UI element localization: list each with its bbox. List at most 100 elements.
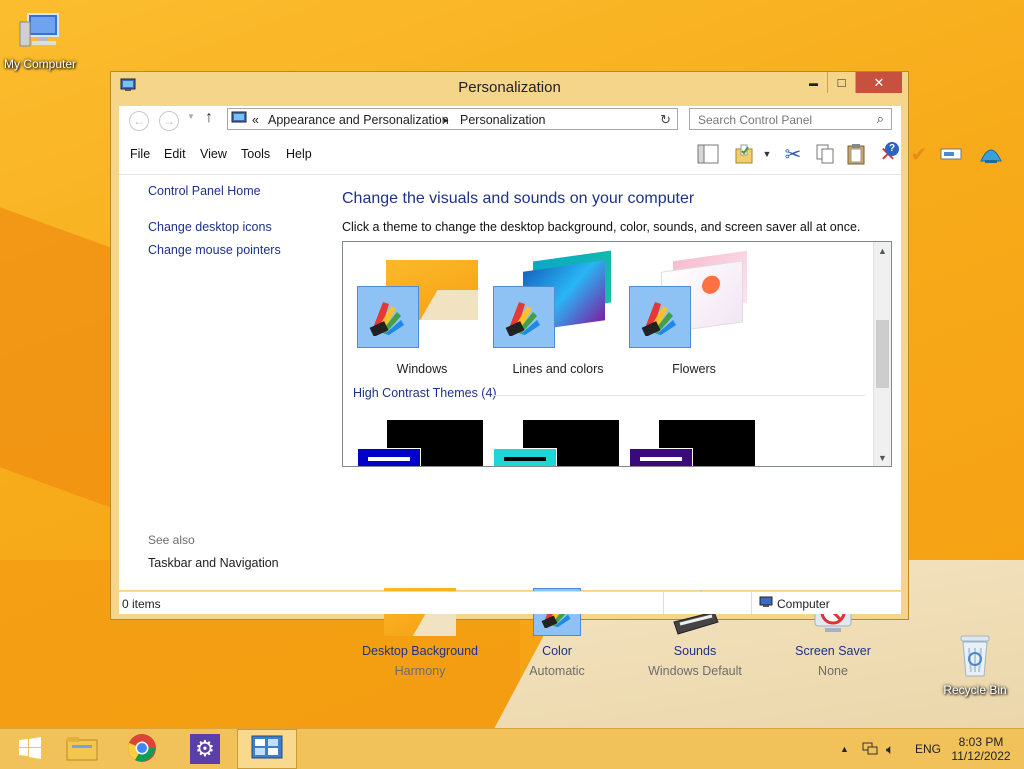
theme-name: Lines and colors — [512, 362, 604, 376]
taskbar-file-explorer[interactable] — [52, 729, 112, 769]
breadcrumb-appearance[interactable]: Appearance and Personalization — [268, 113, 449, 127]
network-icon[interactable] — [862, 729, 878, 769]
search-input[interactable]: Search Control Panel ⌕ — [689, 108, 892, 130]
theme-windows[interactable]: Windows — [357, 256, 487, 376]
volume-icon[interactable]: 🔈︎ — [886, 729, 894, 769]
start-button[interactable] — [0, 729, 60, 769]
setting-value: Harmony — [394, 664, 446, 678]
high-contrast-heading[interactable]: High Contrast Themes (4) — [353, 386, 497, 400]
clock-date: 11/12/2022 — [951, 749, 1011, 763]
arrow-up-icon: ↑ — [205, 109, 213, 126]
section-divider — [491, 395, 865, 396]
recent-pages-chevron-icon[interactable]: ▼ — [187, 112, 195, 121]
chevron-up-icon: ▲ — [840, 744, 849, 754]
status-divider — [663, 592, 664, 614]
computer-icon — [0, 10, 80, 55]
taskbar-chrome[interactable] — [112, 729, 172, 769]
clock[interactable]: 8:03 PM 11/12/2022 — [948, 729, 1014, 769]
scroll-thumb[interactable] — [876, 320, 889, 388]
desktop-icon-label: Recycle Bin — [943, 683, 1007, 697]
scroll-down-icon[interactable]: ▼ — [874, 449, 891, 466]
properties-check-icon[interactable]: ✔ — [907, 142, 931, 166]
back-button[interactable]: ← — [129, 111, 149, 131]
copy-icon[interactable] — [813, 142, 837, 166]
maximize-icon: □ — [837, 75, 846, 90]
breadcrumb-overflow[interactable]: « — [252, 113, 259, 127]
maximize-button[interactable]: □ — [828, 72, 856, 93]
chrome-icon — [127, 733, 157, 766]
refresh-icon[interactable]: ↻ — [660, 112, 671, 128]
arrow-right-icon: → — [163, 114, 175, 128]
menu-tools[interactable]: Tools — [241, 147, 270, 161]
desktop-icon-my-computer[interactable]: My Computer — [0, 10, 80, 71]
scroll-up-icon[interactable]: ▲ — [874, 242, 891, 259]
navigation-bar: ← → ▼ ↑ « Appearance and Personalization… — [119, 106, 901, 134]
breadcrumb-personalization[interactable]: Personalization — [460, 113, 545, 127]
status-item-count: 0 items — [122, 597, 161, 611]
menu-file[interactable]: File — [130, 147, 150, 161]
theme-name: Windows — [396, 362, 448, 376]
setting-name: Color — [542, 644, 572, 658]
personalization-window: Personalization ▬ □ ✕ ← → ▼ ↑ « Appearan… — [110, 71, 1002, 678]
cut-icon[interactable]: ✂ — [781, 142, 805, 166]
sidebar-link-change-desktop-icons[interactable]: Change desktop icons — [148, 220, 272, 234]
gear-icon: ⚙ — [190, 734, 220, 764]
title-bar[interactable]: Personalization ▬ □ ✕ — [111, 72, 908, 102]
desktop-icon-recycle-bin[interactable]: Recycle Bin — [935, 632, 1015, 697]
sidebar-link-control-panel-home[interactable]: Control Panel Home — [148, 184, 261, 198]
menu-view[interactable]: View — [200, 147, 227, 161]
color-palette-icon — [629, 286, 691, 348]
shell-icon[interactable] — [979, 142, 1003, 166]
control-panel-icon — [251, 735, 283, 764]
vertical-scrollbar[interactable]: ▲ ▼ — [873, 242, 891, 466]
language-indicator[interactable]: ENG — [915, 729, 941, 769]
breadcrumb-separator-icon[interactable]: ▸ — [444, 115, 449, 126]
address-bar[interactable]: « Appearance and Personalization ▸ Perso… — [227, 108, 678, 130]
desktop-icon-label: My Computer — [3, 57, 77, 71]
setting-value: Windows Default — [648, 664, 742, 678]
theme-high-contrast-1[interactable] — [357, 420, 483, 466]
setting-name: Screen Saver — [795, 644, 871, 658]
menu-help[interactable]: Help — [286, 147, 312, 161]
theme-flowers[interactable]: Flowers — [629, 250, 759, 376]
rename-icon[interactable] — [939, 142, 963, 166]
search-icon[interactable]: ⌕ — [877, 111, 884, 127]
sidebar-link-taskbar-navigation[interactable]: Taskbar and Navigation — [148, 556, 279, 570]
taskbar-settings[interactable]: ⚙ — [175, 729, 235, 769]
page-heading: Change the visuals and sounds on your co… — [342, 190, 695, 207]
menu-edit[interactable]: Edit — [164, 147, 186, 161]
theme-list: Windows Lines and colors Flowers High Co… — [342, 241, 892, 467]
color-palette-icon — [493, 286, 555, 348]
windows-logo-icon — [18, 736, 42, 763]
folder-options-icon[interactable] — [732, 142, 756, 166]
status-bar: 0 items Computer — [119, 591, 901, 614]
up-button[interactable]: ↑ — [205, 109, 213, 127]
theme-lines-and-colors[interactable]: Lines and colors — [493, 250, 623, 376]
setting-value: None — [818, 664, 848, 678]
clock-time: 8:03 PM — [958, 735, 1004, 749]
search-placeholder: Search Control Panel — [698, 113, 813, 127]
forward-button[interactable]: → — [159, 111, 179, 131]
computer-icon — [759, 596, 773, 611]
paste-icon[interactable] — [844, 142, 868, 166]
help-icon-spacer — [888, 143, 902, 157]
sidebar-link-change-mouse-pointers[interactable]: Change mouse pointers — [148, 243, 281, 257]
menu-bar: File Edit View Tools Help ▼ ✂ ✕ ✔ — [119, 134, 1002, 175]
setting-name: Desktop Background — [361, 644, 479, 658]
setting-value: Automatic — [529, 664, 585, 678]
layout-pane-icon[interactable] — [696, 142, 720, 166]
theme-high-contrast-2[interactable] — [493, 420, 619, 466]
minimize-button[interactable]: ▬ — [800, 72, 828, 93]
content-area: ? Control Panel Home Change desktop icon… — [119, 142, 901, 678]
recycle-bin-icon — [935, 632, 1015, 681]
minimize-icon: ▬ — [809, 77, 818, 88]
taskbar-control-panel[interactable] — [237, 729, 297, 769]
status-divider — [751, 592, 752, 614]
theme-high-contrast-3[interactable] — [629, 420, 755, 466]
chevron-down-icon[interactable]: ▼ — [755, 142, 779, 166]
window-title: Personalization — [458, 79, 561, 96]
theme-name: Flowers — [672, 362, 716, 376]
close-button[interactable]: ✕ — [856, 72, 902, 93]
show-hidden-icons-button[interactable]: ▲ — [840, 729, 849, 769]
status-location: Computer — [777, 597, 830, 611]
